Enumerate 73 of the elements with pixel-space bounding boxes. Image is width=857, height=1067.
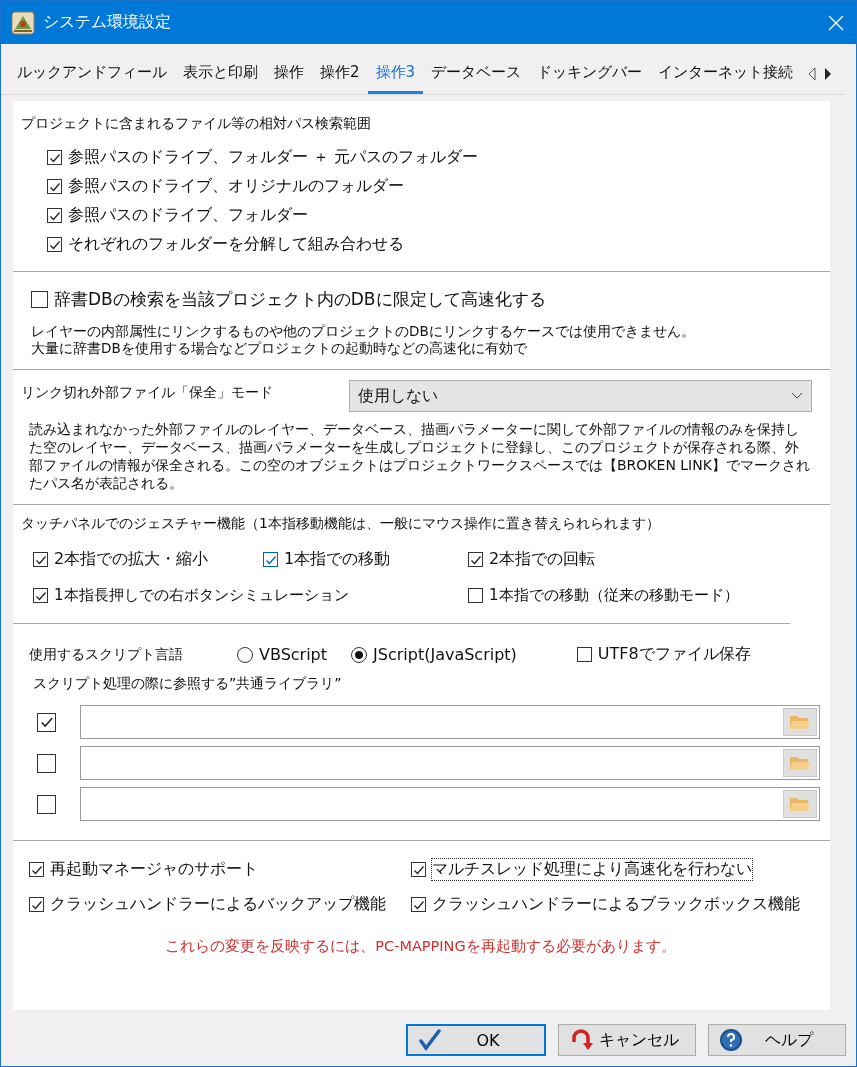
library-heading: スクリプト処理の際に参照する”共通ライブラリ” [32,674,343,693]
checkbox-label[interactable]: それぞれのフォルダーを分解して組み合わせる [68,234,404,255]
tab[interactable]: データベース [423,54,530,94]
checkbox[interactable] [576,647,592,662]
help-button[interactable]: ヘルプ [708,1024,846,1056]
radio-button[interactable] [351,646,368,663]
tab[interactable]: ドッキングバー [529,54,651,94]
window-title: システム環境設定 [43,12,172,33]
checkbox-label[interactable]: 1本指での移動（従来の移動モード） [489,586,739,605]
note-text: レイヤーの内部属性にリンクするものや他のプロジェクトのDBにリンクするケースでは使用できません。 [31,323,696,340]
cancel-button[interactable]: キャンセル [558,1024,696,1056]
checkbox-label[interactable]: マルチスレッド処理により高速化を行わない [432,859,752,880]
folder-icon [789,714,811,730]
radio-label[interactable]: VBScript [259,645,328,664]
checkbox-label[interactable]: 再起動マネージャのサポート [50,859,258,880]
checkbox-label[interactable]: UTF8でファイル保存 [597,644,751,665]
scroll-right-icon[interactable] [823,67,834,81]
ok-button[interactable]: OK [406,1024,546,1056]
checkbox[interactable] [47,179,62,194]
script-language-label: 使用するスクリプト言語 [29,645,184,664]
description-text: 読み込まれなかった外部ファイルのレイヤー、データベース、描画パラメーターに関して外部ファイルの情報のみを保持した空のレイヤー、データベース、描画パラメーターを生成しプロジェクトに登録し、このプロジェクトが保存される際、外部ファイルの情報が保全される。この空のオブジェクトはプロジェクトワークスペースでは【BROKEN LINK】でマークされたパス名が表記される。 [28,420,811,492]
checkbox[interactable] [37,712,56,732]
checkbox-label[interactable]: 参照パスのドライブ、フォルダー [68,205,308,226]
checkbox[interactable] [47,150,62,165]
checkbox[interactable] [31,291,48,308]
radio-button[interactable] [237,646,253,663]
notice-text: これらの変更を反映するには、PC-MAPPINGを再起動する必要があります。 [164,937,677,956]
checkbox-label[interactable]: 参照パスのドライブ、フォルダー ＋ 元パスのフォルダー [68,147,479,168]
checkbox-label[interactable]: 2本指での拡大・縮小 [54,549,209,570]
checkbox-label[interactable]: 参照パスのドライブ、オリジナルのフォルダー [68,176,404,197]
close-icon[interactable] [828,14,844,31]
u-turn-arrow-icon [569,1028,593,1052]
note-text: 大量に辞書DBを使用する場合などプロジェクトの起動時などの高速化に有効で [31,340,528,357]
checkbox-label[interactable]: 辞書DBの検索を当該プロジェクト内のDBに限定して高速化する [54,288,546,311]
checkbox-label[interactable]: クラッシュハンドラーによるブラックボックス機能 [432,894,800,915]
scroll-left-icon[interactable] [807,67,818,81]
path-field[interactable] [80,787,820,821]
chevron-down-icon [791,392,803,400]
checkbox-label[interactable]: 1本指長押しでの右ボタンシミュレーション [54,586,349,605]
tab[interactable]: 表示と印刷 [175,54,266,94]
folder-icon [789,796,811,812]
checkbox-label[interactable]: クラッシュハンドラーによるバックアップ機能 [50,894,386,915]
app-logo-icon [11,10,35,35]
tab[interactable]: 操作2 [312,54,368,94]
checkbox[interactable] [263,552,278,567]
tab[interactable]: インターネット接続 [650,54,802,94]
checkmark-icon [418,1029,442,1051]
path-field[interactable] [80,705,820,739]
tab[interactable]: 操作 [266,54,312,94]
mode-dropdown[interactable]: 使用しない [349,380,812,412]
checkbox[interactable] [33,588,48,603]
checkbox[interactable] [47,237,62,252]
checkbox-label[interactable]: 2本指での回転 [489,549,596,570]
checkbox[interactable] [47,208,62,223]
help-icon [719,1028,743,1052]
section-heading: プロジェクトに含まれるファイル等の相対パス検索範囲 [21,115,372,133]
path-field[interactable] [80,746,820,780]
tab[interactable]: 操作3 [367,54,424,94]
mode-label: リンク切れ外部ファイル「保全」モード [21,383,274,402]
folder-icon [789,755,811,771]
checkbox[interactable] [468,552,483,567]
section-heading: タッチパネルでのジェスチャー機能（1本指移動機能は、一般にマウス操作に置き替えられられます） [21,515,661,533]
checkbox[interactable] [29,897,44,912]
checkbox[interactable] [411,862,426,877]
radio-label[interactable]: JScript(JavaScript) [373,645,517,664]
checkbox-label[interactable]: 1本指での移動 [284,549,391,570]
checkbox[interactable] [33,552,48,567]
checkbox[interactable] [37,753,56,773]
checkbox[interactable] [411,897,426,912]
checkbox[interactable] [468,588,483,603]
tab[interactable]: ルックアンドフィール [9,54,175,94]
checkbox[interactable] [37,794,56,814]
checkbox[interactable] [29,862,44,877]
